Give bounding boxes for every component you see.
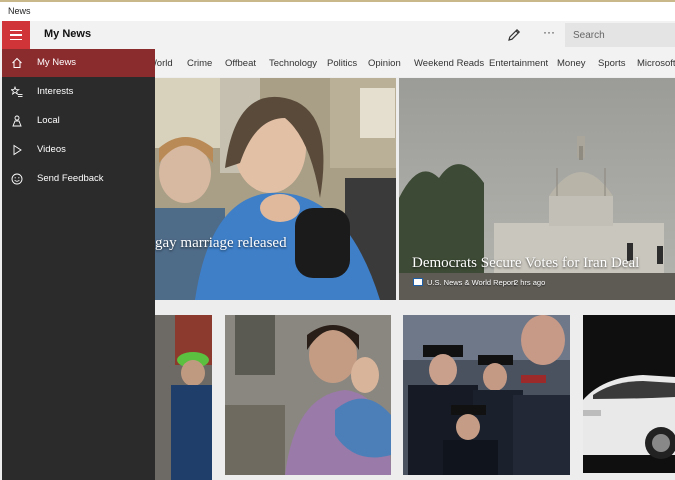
story-card-car[interactable] bbox=[583, 315, 675, 473]
page-title: My News bbox=[44, 28, 92, 40]
nav-item-label: Videos bbox=[37, 144, 66, 155]
source-logo-icon bbox=[413, 278, 423, 286]
side-navigation-pane: My News Interests Local Videos Send Feed… bbox=[2, 49, 155, 480]
category-tab-opinion[interactable]: Opinion bbox=[368, 58, 401, 69]
more-options-button[interactable]: ··· bbox=[540, 25, 558, 43]
category-tab-money[interactable]: Money bbox=[557, 58, 586, 69]
story-card-police[interactable] bbox=[155, 315, 212, 480]
story-card-refugee[interactable] bbox=[225, 315, 391, 475]
story-card-police-image bbox=[155, 315, 212, 480]
nav-item-label: My News bbox=[37, 57, 77, 68]
category-tab-sports[interactable]: Sports bbox=[598, 58, 625, 69]
nav-item-label: Interests bbox=[37, 86, 74, 97]
home-icon bbox=[12, 57, 22, 68]
local-pin-icon bbox=[12, 115, 22, 127]
lead-story-left-image bbox=[155, 78, 396, 300]
category-tab-technology[interactable]: Technology bbox=[269, 58, 317, 69]
window-title-bar: News bbox=[0, 0, 675, 21]
lead-left-headline[interactable]: gay marriage released bbox=[155, 235, 287, 252]
category-tab-crime[interactable]: Crime bbox=[187, 58, 212, 69]
category-tab-microsoft[interactable]: Microsoft bbox=[637, 58, 675, 69]
category-tab-weekend-reads[interactable]: Weekend Reads bbox=[414, 58, 484, 69]
news-app-window: News My News ··· World Crime Offbeat Tec… bbox=[0, 0, 675, 480]
nav-item-label: Send Feedback bbox=[37, 173, 104, 184]
lead-story-right[interactable]: Democrats Secure Votes for Iran Deal U.S… bbox=[399, 78, 675, 300]
edit-pencil-icon[interactable] bbox=[505, 26, 523, 44]
nav-item-send-feedback[interactable]: Send Feedback bbox=[2, 165, 155, 193]
story-age: 2 hrs ago bbox=[514, 278, 546, 287]
nav-item-local[interactable]: Local bbox=[2, 107, 155, 135]
window-title: News bbox=[8, 6, 31, 16]
play-icon bbox=[13, 144, 22, 156]
smiley-icon bbox=[11, 173, 23, 185]
story-card-officers[interactable] bbox=[403, 315, 570, 475]
story-source: U.S. News & World Report bbox=[427, 278, 516, 287]
lead-story-left[interactable]: gay marriage released bbox=[155, 78, 396, 300]
star-list-icon bbox=[11, 86, 23, 97]
lead-right-headline[interactable]: Democrats Secure Votes for Iran Deal bbox=[412, 255, 639, 272]
story-card-car-image bbox=[583, 315, 675, 473]
story-card-refugee-image bbox=[225, 315, 391, 475]
nav-item-my-news[interactable]: My News bbox=[2, 49, 155, 77]
category-tab-politics[interactable]: Politics bbox=[327, 58, 357, 69]
app-header: My News ··· bbox=[0, 21, 675, 49]
nav-item-videos[interactable]: Videos bbox=[2, 136, 155, 164]
nav-item-label: Local bbox=[37, 115, 60, 126]
category-tab-entertainment[interactable]: Entertainment bbox=[489, 58, 548, 69]
search-input[interactable] bbox=[565, 23, 675, 47]
nav-item-interests[interactable]: Interests bbox=[2, 78, 155, 106]
hamburger-menu-button[interactable] bbox=[2, 21, 30, 49]
category-tab-offbeat[interactable]: Offbeat bbox=[225, 58, 256, 69]
story-card-officers-image bbox=[403, 315, 570, 475]
